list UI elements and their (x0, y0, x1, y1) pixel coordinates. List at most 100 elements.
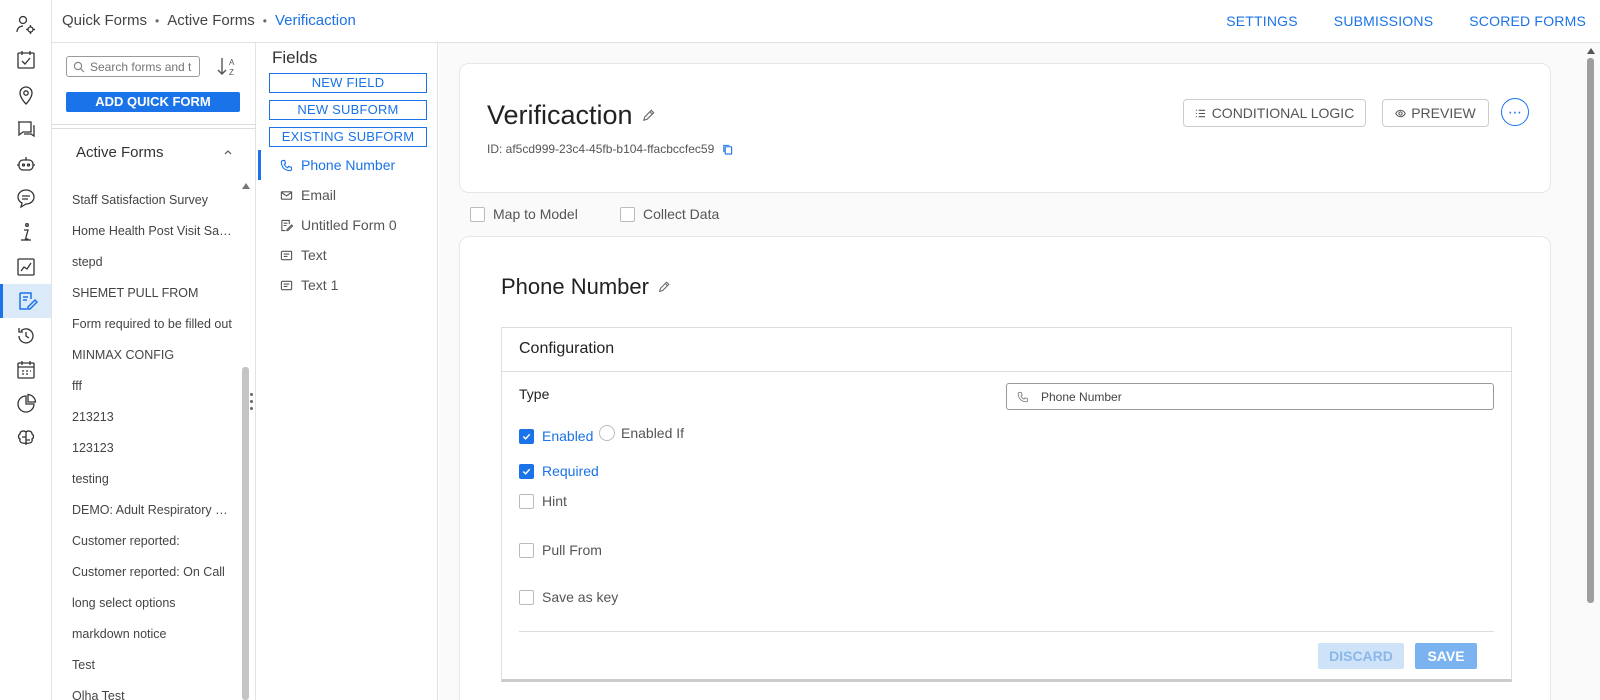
new-field-button[interactable]: NEW FIELD (269, 73, 427, 93)
enabled-option[interactable]: Enabled (519, 428, 593, 444)
sort-az-icon[interactable]: A Z (214, 54, 240, 80)
scroll-up-arrow-icon[interactable] (242, 183, 250, 189)
field-item-untitled-form-0[interactable]: Untitled Form 0 (258, 210, 437, 240)
search-input[interactable] (90, 59, 195, 74)
collect-data-checkbox[interactable] (620, 206, 635, 222)
search-box[interactable] (66, 56, 200, 77)
scroll-up-arrow-icon[interactable] (1587, 48, 1595, 54)
brain-icon[interactable] (0, 421, 51, 455)
hint-label: Hint (542, 493, 567, 509)
field-item-label: Phone Number (301, 157, 396, 173)
discard-button[interactable]: DISCARD (1318, 643, 1404, 669)
field-item-email[interactable]: Email (258, 180, 437, 210)
field-title: Phone Number (501, 274, 671, 300)
conditional-logic-button[interactable]: CONDITIONAL LOGIC (1183, 99, 1366, 127)
chevron-up-icon[interactable] (222, 146, 234, 158)
text-field-icon (280, 280, 293, 290)
form-list-item[interactable]: stepd (52, 247, 234, 278)
enabled-if-radio[interactable] (599, 425, 615, 441)
save-as-key-option[interactable]: Save as key (519, 589, 618, 605)
pull-from-option[interactable]: Pull From (519, 542, 602, 558)
scored-forms-link[interactable]: SCORED FORMS (1469, 13, 1586, 29)
field-item-text[interactable]: Text (258, 240, 437, 270)
task-check-icon[interactable] (0, 43, 51, 77)
info-icon[interactable] (0, 215, 51, 249)
enabled-if-label: Enabled If (621, 425, 685, 441)
location-pin-icon[interactable] (0, 78, 51, 112)
form-list-item[interactable]: markdown notice (52, 619, 234, 650)
save-as-key-label: Save as key (542, 589, 619, 605)
breadcrumb-quick-forms[interactable]: Quick Forms (62, 12, 147, 29)
new-subform-button[interactable]: NEW SUBFORM (269, 100, 427, 120)
form-list-item[interactable]: Test (52, 650, 234, 681)
enabled-checkbox[interactable] (519, 428, 534, 444)
checkmark-icon (522, 468, 531, 475)
calendar-icon[interactable] (0, 353, 51, 387)
pull-from-checkbox[interactable] (519, 542, 534, 558)
forms-scrollbar[interactable] (242, 183, 250, 700)
map-to-model-option[interactable]: Map to Model (470, 206, 578, 222)
form-list-item[interactable]: Form required to be filled out (52, 309, 234, 340)
main-content: Verificaction ID: af5cd999-23c4-45fb-b10… (439, 43, 1600, 700)
form-list-item[interactable]: Home Health Post Visit Satisfaction (52, 216, 234, 247)
map-to-model-checkbox[interactable] (470, 206, 485, 222)
configuration-panel: Configuration Type Phone Number Enabled … (501, 327, 1512, 682)
collect-data-label: Collect Data (643, 206, 720, 222)
comment-icon[interactable] (0, 181, 51, 215)
field-item-phone-number[interactable]: Phone Number (258, 150, 437, 180)
copy-icon[interactable] (722, 144, 733, 155)
form-list-item[interactable]: SHEMET PULL FROM (52, 278, 234, 309)
form-edit-icon[interactable] (0, 284, 51, 318)
chat-flag-icon[interactable] (0, 112, 51, 146)
scrollbar-thumb[interactable] (242, 367, 249, 700)
hint-checkbox[interactable] (519, 493, 534, 509)
active-forms-heading[interactable]: Active Forms (76, 144, 164, 161)
configuration-heading: Configuration (502, 328, 1511, 372)
pencil-icon[interactable] (657, 280, 671, 294)
existing-subform-button[interactable]: EXISTING SUBFORM (269, 127, 427, 147)
field-item-label: Email (301, 187, 337, 203)
report-chart-icon[interactable] (0, 250, 51, 284)
map-to-model-label: Map to Model (493, 206, 578, 222)
preview-button[interactable]: PREVIEW (1382, 99, 1489, 127)
user-settings-icon[interactable] (0, 8, 51, 42)
submissions-link[interactable]: SUBMISSIONS (1334, 13, 1433, 29)
main-scrollbar[interactable] (1587, 43, 1595, 700)
form-list-item[interactable]: testing (52, 464, 234, 495)
required-option[interactable]: Required (519, 463, 599, 479)
save-button[interactable]: SAVE (1415, 643, 1477, 669)
robot-icon[interactable] (0, 147, 51, 181)
form-list-item[interactable]: Staff Satisfaction Survey (52, 185, 234, 216)
type-select[interactable]: Phone Number (1006, 383, 1494, 410)
form-list-item[interactable]: Customer reported: On Call (52, 557, 234, 588)
settings-link[interactable]: SETTINGS (1226, 13, 1298, 29)
form-list-item[interactable]: Olha Test (52, 681, 234, 700)
form-list-item[interactable]: 123123 (52, 433, 234, 464)
field-item-label: Text (301, 247, 327, 263)
svg-text:A: A (229, 58, 235, 67)
form-list-item[interactable]: long select options (52, 588, 234, 619)
form-list-item[interactable]: DEMO: Adult Respiratory Screening (52, 495, 234, 526)
enabled-if-option[interactable]: Enabled If (599, 425, 684, 441)
pencil-icon[interactable] (641, 108, 656, 123)
collect-data-option[interactable]: Collect Data (620, 206, 719, 222)
form-list-item[interactable]: Customer reported: (52, 526, 234, 557)
form-list-item[interactable]: 213213 (52, 402, 234, 433)
resize-handle-icon[interactable] (250, 393, 254, 417)
breadcrumb-active-forms[interactable]: Active Forms (167, 12, 255, 29)
save-as-key-checkbox[interactable] (519, 589, 534, 605)
required-checkbox[interactable] (519, 463, 534, 479)
field-editor-card: Phone Number Configuration Type Phone Nu… (459, 236, 1551, 700)
hint-option[interactable]: Hint (519, 493, 567, 509)
type-label: Type (519, 386, 550, 402)
more-options-icon[interactable]: ⋯ (1501, 98, 1529, 126)
scrollbar-thumb[interactable] (1587, 58, 1594, 603)
breadcrumb-current: Verificaction (274, 12, 356, 29)
history-icon[interactable] (0, 319, 51, 353)
form-list: Staff Satisfaction Survey Home Health Pos… (52, 185, 242, 700)
field-item-text-1[interactable]: Text 1 (258, 270, 437, 300)
add-quick-form-button[interactable]: ADD QUICK FORM (66, 92, 240, 112)
form-list-item[interactable]: MINMAX CONFIG (52, 340, 234, 371)
form-list-item[interactable]: fff (52, 371, 234, 402)
pie-chart-icon[interactable] (0, 387, 51, 421)
